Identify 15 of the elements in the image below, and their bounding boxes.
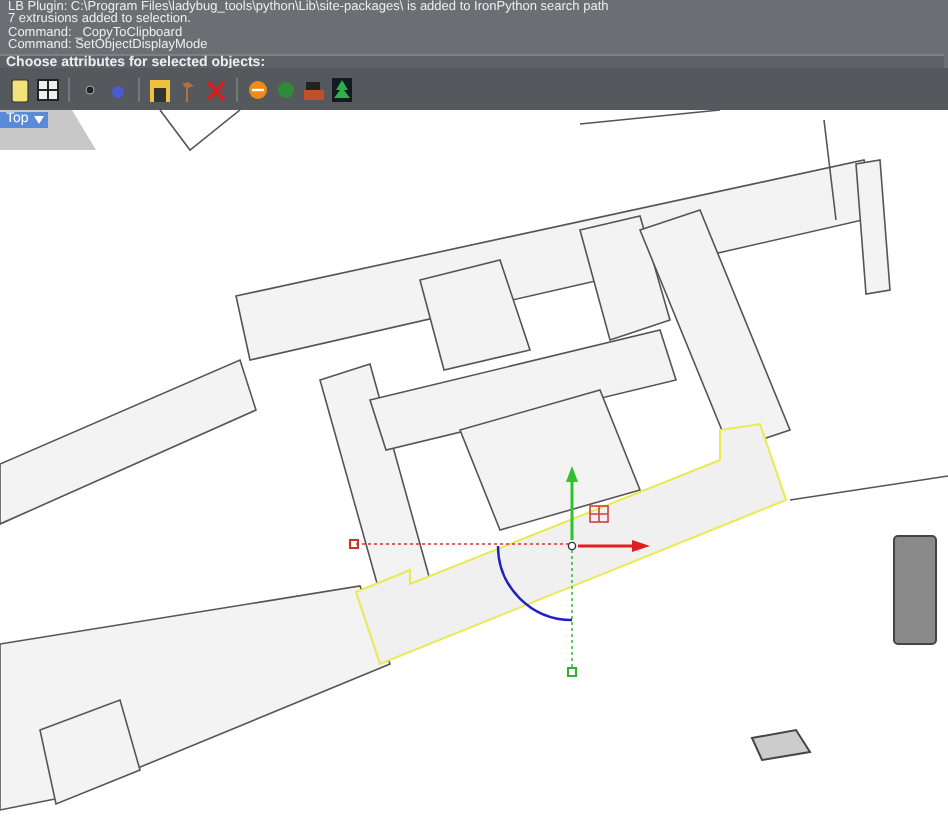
x-axis-arrow[interactable] — [578, 540, 650, 552]
caret-icon — [34, 116, 45, 124]
dark-object — [750, 728, 812, 762]
plane-grid-icon[interactable] — [589, 505, 609, 523]
rotation-arc[interactable] — [496, 545, 573, 622]
house-icon[interactable] — [148, 75, 172, 103]
grid-icon[interactable] — [36, 75, 60, 103]
dotted-guide-line — [571, 549, 573, 669]
building-edge — [823, 119, 837, 221]
gizmo-center[interactable] — [567, 541, 577, 551]
pine-tree-icon[interactable] — [330, 75, 354, 103]
document-icon[interactable] — [8, 75, 32, 103]
handle[interactable] — [349, 539, 359, 549]
handle[interactable] — [567, 667, 577, 677]
dark-object — [893, 535, 937, 645]
